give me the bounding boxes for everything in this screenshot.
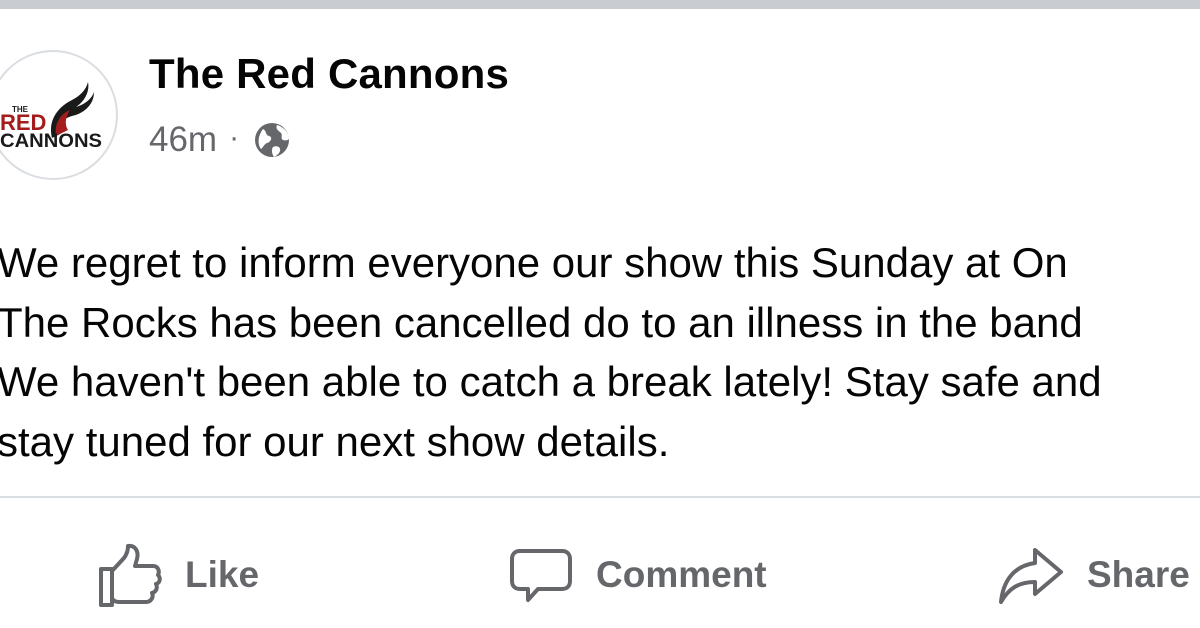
share-button[interactable]: Share [997,535,1190,615]
actions-divider [0,496,1200,498]
top-bar [0,0,1200,9]
page-name-link[interactable]: The Red Cannons [149,50,509,98]
comment-label: Comment [596,554,767,595]
post-text-line: We haven't been able to catch a break la… [0,358,1102,405]
thumbs-up-icon [99,543,162,607]
comment-bubble-icon [510,549,572,602]
page-avatar[interactable]: THE RED CANNONS [0,50,118,180]
post-text-line: stay tuned for our next show details. [0,417,670,465]
logo-line-2: CANNONS [0,131,102,152]
post-text-line: We regret to inform everyone our show th… [0,239,1068,286]
red-cannons-logo: THE RED CANNONS [0,82,102,152]
share-label: Share [1087,554,1190,595]
post-text-line: The Rocks has been cancelled do to an il… [0,298,1083,346]
like-button[interactable]: Like [97,535,259,615]
share-arrow-icon [999,548,1063,604]
comment-button[interactable]: Comment [508,535,767,615]
meta-separator: · [229,121,240,154]
post-meta: 46m · [149,118,291,162]
globe-icon[interactable] [253,121,291,159]
like-label: Like [185,554,260,595]
post-timestamp[interactable]: 46m [149,120,217,160]
post-body: We regret to inform everyone our show th… [0,233,1200,471]
